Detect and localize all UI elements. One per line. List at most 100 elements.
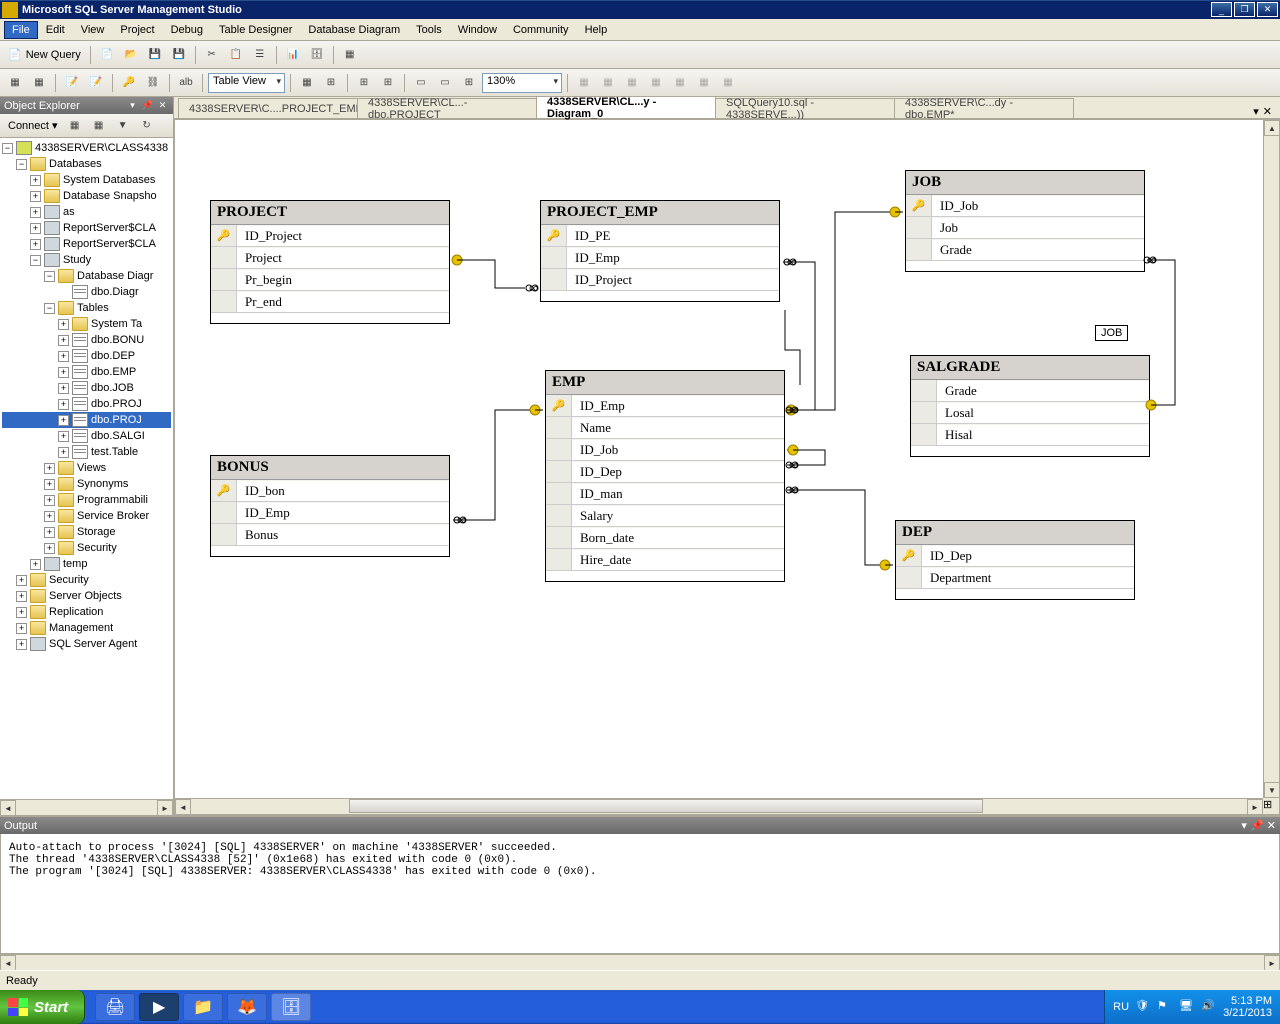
diagram-table-dep[interactable]: DEP🔑ID_DepDepartment <box>895 520 1135 600</box>
task-ssms[interactable]: 🗄 <box>271 993 311 1021</box>
table-column[interactable]: 🔑ID_Dep <box>896 545 1134 567</box>
out-scroll-right[interactable]: ► <box>1264 955 1280 971</box>
table-column[interactable]: 🔑ID_Project <box>211 225 449 247</box>
btn-arrange[interactable]: ⊞ <box>353 72 375 94</box>
task-explorer[interactable]: 📁 <box>183 993 223 1021</box>
table-column[interactable]: Grade <box>906 239 1144 261</box>
btn-save[interactable]: 💾 <box>144 44 166 66</box>
tab-list-dropdown[interactable]: ▾ <box>1253 105 1259 118</box>
table-column[interactable]: ID_Job <box>546 439 784 461</box>
tree-repl[interactable]: +Replication <box>2 604 171 620</box>
btn-rel[interactable]: ⛓ <box>142 72 164 94</box>
tree-t3[interactable]: +dbo.EMP <box>2 364 171 380</box>
tab-diagram[interactable]: 4338SERVER\CL...y - Diagram_0 <box>536 97 716 118</box>
connect-filter[interactable]: ▼ <box>112 115 134 137</box>
diagram-table-project[interactable]: PROJECT🔑ID_ProjectProjectPr_beginPr_end <box>210 200 450 324</box>
tab-emp[interactable]: 4338SERVER\C...dy - dbo.EMP* <box>894 98 1074 118</box>
btn-x7[interactable]: ▦ <box>717 72 739 94</box>
table-column[interactable]: Pr_end <box>211 291 449 313</box>
btn-textlabel[interactable]: alb <box>175 72 197 94</box>
task-powershell[interactable]: ▶ <box>139 993 179 1021</box>
tree-dbsnap[interactable]: +Database Snapsho <box>2 188 171 204</box>
tray-net-icon[interactable]: 🖥 <box>1179 999 1195 1015</box>
diagram-table-bonus[interactable]: BONUS🔑ID_bonID_EmpBonus <box>210 455 450 557</box>
pane-close-icon[interactable]: ✕ <box>156 99 169 112</box>
canvas-vscroll[interactable]: ▲▼ <box>1263 120 1279 798</box>
table-header[interactable]: EMP <box>546 371 784 395</box>
close-button[interactable]: ✕ <box>1257 2 1278 17</box>
clock[interactable]: 5:13 PM 3/21/2013 <box>1223 995 1272 1019</box>
table-column[interactable]: Grade <box>911 380 1149 402</box>
table-column[interactable]: Project <box>211 247 449 269</box>
menu-tools[interactable]: Tools <box>408 21 450 39</box>
table-column[interactable]: Salary <box>546 505 784 527</box>
tray-flag-icon[interactable]: ⚑ <box>1157 999 1173 1015</box>
zoom-combo[interactable]: 130% <box>482 73 562 93</box>
btn-open[interactable]: 📂 <box>120 44 142 66</box>
table-header[interactable]: JOB <box>906 171 1144 195</box>
table-column[interactable]: Name <box>546 417 784 439</box>
menu-view[interactable]: View <box>73 21 113 39</box>
tab-close[interactable]: ✕ <box>1263 105 1272 118</box>
pane-dropdown-icon[interactable]: ▾ <box>126 99 139 112</box>
btn-recalc[interactable]: ▭ <box>434 72 456 94</box>
tree-t1[interactable]: +dbo.BONU <box>2 332 171 348</box>
tree-security[interactable]: +Security <box>2 572 171 588</box>
table-view-combo[interactable]: Table View <box>208 73 285 93</box>
table-column[interactable]: Pr_begin <box>211 269 449 291</box>
table-column[interactable]: ID_Emp <box>541 247 779 269</box>
tab-query[interactable]: SQLQuery10.sql - 4338SERVE...)) <box>715 98 895 118</box>
table-header[interactable]: BONUS <box>211 456 449 480</box>
table-header[interactable]: PROJECT_EMP <box>541 201 779 225</box>
diagram-table-salgrade[interactable]: SALGRADEGradeLosalHisal <box>910 355 1150 457</box>
tree-agent[interactable]: +SQL Server Agent <box>2 636 171 652</box>
menu-project[interactable]: Project <box>112 21 162 39</box>
menu-help[interactable]: Help <box>577 21 616 39</box>
restore-button[interactable]: ❐ <box>1234 2 1255 17</box>
tree-study[interactable]: −Study <box>2 252 171 268</box>
table-column[interactable]: Job <box>906 217 1144 239</box>
table-header[interactable]: PROJECT <box>211 201 449 225</box>
btn-x5[interactable]: ▦ <box>669 72 691 94</box>
tree-t7[interactable]: +dbo.SALGI <box>2 428 171 444</box>
btn-x1[interactable]: ▦ <box>573 72 595 94</box>
tree-dbdiag[interactable]: −Database Diagr <box>2 268 171 284</box>
output-text[interactable]: Auto-attach to process '[3024] [SQL] 433… <box>0 834 1280 954</box>
btn-key[interactable]: 🔑 <box>118 72 140 94</box>
resize-grip[interactable]: ⊞ <box>1263 798 1279 814</box>
table-column[interactable]: Department <box>896 567 1134 589</box>
table-column[interactable]: 🔑ID_Emp <box>546 395 784 417</box>
table-column[interactable]: ID_Project <box>541 269 779 291</box>
oe-scroll-right[interactable]: ► <box>157 800 173 815</box>
table-column[interactable]: ID_Emp <box>211 502 449 524</box>
tree-mgmt[interactable]: +Management <box>2 620 171 636</box>
tree-stor[interactable]: +Storage <box>2 524 171 540</box>
task-printer[interactable]: 🖨 <box>95 993 135 1021</box>
tree-t4[interactable]: +dbo.JOB <box>2 380 171 396</box>
btn-showrel[interactable]: ▦ <box>296 72 318 94</box>
btn-x2[interactable]: ▦ <box>597 72 619 94</box>
btn-pagebreak[interactable]: ▭ <box>410 72 432 94</box>
btn-copy[interactable]: 📋 <box>225 44 247 66</box>
diagram-canvas[interactable]: PROJECT🔑ID_ProjectProjectPr_beginPr_endP… <box>174 119 1280 815</box>
pane-pin-icon[interactable]: 📌 <box>141 99 154 112</box>
tab-project[interactable]: 4338SERVER\CL...- dbo.PROJECT <box>357 98 537 118</box>
table-column[interactable]: Hire_date <box>546 549 784 571</box>
tray-shield-icon[interactable]: 🛡 <box>1135 999 1151 1015</box>
start-button[interactable]: Start <box>0 990 85 1024</box>
menu-debug[interactable]: Debug <box>163 21 211 39</box>
btn-prop[interactable]: ☰ <box>249 44 271 66</box>
output-close-icon[interactable]: ✕ <box>1267 820 1276 832</box>
tree-as[interactable]: +as <box>2 204 171 220</box>
menu-community[interactable]: Community <box>505 21 577 39</box>
btn-addtable[interactable]: ▦ <box>4 72 26 94</box>
out-scroll-left[interactable]: ◄ <box>0 955 16 971</box>
tree-syn[interactable]: +Synonyms <box>2 476 171 492</box>
tree-t6[interactable]: +dbo.PROJ <box>2 412 171 428</box>
tree-prog[interactable]: +Programmabili <box>2 492 171 508</box>
btn-addrel[interactable]: ▦ <box>28 72 50 94</box>
new-query-button[interactable]: 📄New Query <box>4 48 85 61</box>
btn-autosize[interactable]: ⊞ <box>320 72 342 94</box>
tree-t8[interactable]: +test.Table <box>2 444 171 460</box>
diagram-table-project_emp[interactable]: PROJECT_EMP🔑ID_PEID_EmpID_Project <box>540 200 780 302</box>
